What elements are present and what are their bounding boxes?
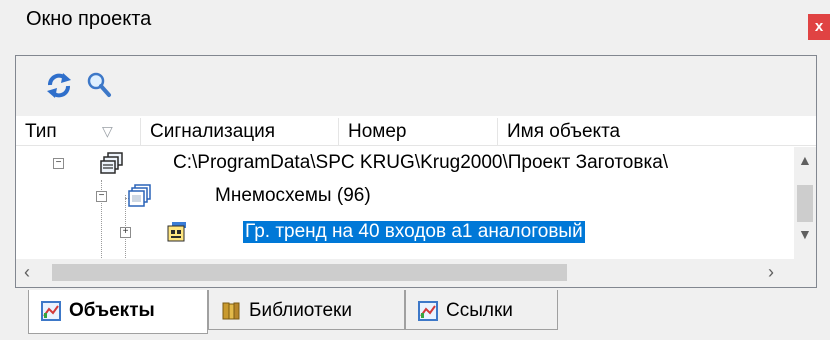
scroll-left-icon[interactable]: ‹: [24, 262, 30, 283]
collapse-icon[interactable]: −: [96, 191, 107, 202]
column-object-name[interactable]: Имя объекта: [498, 118, 816, 146]
project-panel: Тип ▽ Сигнализация Номер Имя объекта − C: [15, 55, 817, 288]
tree-view[interactable]: − C:\ProgramData\SPC KRUG\Krug2000\Проек…: [16, 147, 794, 259]
tab-links-label: Ссылки: [446, 300, 513, 321]
search-icon[interactable]: [84, 70, 114, 100]
sort-arrow-icon: ▽: [102, 123, 113, 139]
tab-objects[interactable]: Объекты: [28, 290, 208, 334]
tab-libraries[interactable]: Библиотеки: [208, 290, 405, 330]
tree-row-group[interactable]: − Мнемосхемы (96): [16, 180, 794, 213]
column-alarm[interactable]: Сигнализация: [141, 118, 339, 146]
library-icon: [221, 301, 241, 321]
tab-bar: Объекты Библиотеки Ссылки: [15, 290, 815, 335]
scroll-up-icon[interactable]: ▲: [798, 152, 812, 168]
tree-group-label: Мнемосхемы (96): [215, 185, 371, 206]
tree-row-root[interactable]: − C:\ProgramData\SPC KRUG\Krug2000\Проек…: [16, 147, 794, 180]
tree-row-selected[interactable]: + Гр. тренд на 40 входов а1 аналоговый: [16, 213, 794, 246]
project-icon: [100, 152, 124, 174]
scroll-thumb[interactable]: [52, 264, 567, 281]
trend-icon: [166, 221, 190, 243]
tab-objects-label: Объекты: [69, 300, 155, 321]
tab-links[interactable]: Ссылки: [405, 290, 558, 330]
column-type-label: Тип: [25, 121, 57, 142]
horizontal-scrollbar[interactable]: ‹ ›: [16, 259, 816, 287]
column-number[interactable]: Номер: [339, 118, 498, 146]
scroll-down-icon[interactable]: ▼: [798, 226, 812, 242]
objects-icon: [41, 301, 61, 321]
scroll-right-icon[interactable]: ›: [768, 262, 774, 283]
expand-icon[interactable]: +: [120, 227, 131, 238]
column-type[interactable]: Тип ▽: [16, 118, 141, 146]
window-titlebar: Окно проекта x: [0, 0, 830, 42]
scroll-thumb[interactable]: [797, 185, 813, 222]
window-title: Окно проекта: [26, 8, 152, 30]
mnemonic-folder-icon: [128, 184, 152, 207]
tree-selected-label: Гр. тренд на 40 входов а1 аналоговый: [243, 221, 585, 243]
toolbar: [16, 56, 816, 116]
refresh-icon[interactable]: [44, 70, 74, 100]
collapse-icon[interactable]: −: [53, 158, 64, 169]
tree-root-label: C:\ProgramData\SPC KRUG\Krug2000\Проект …: [173, 152, 669, 173]
close-button[interactable]: x: [808, 14, 830, 40]
vertical-scrollbar[interactable]: ▲ ▼: [794, 147, 816, 259]
column-header: Тип ▽ Сигнализация Номер Имя объекта: [16, 118, 816, 146]
tab-libraries-label: Библиотеки: [249, 300, 352, 321]
links-icon: [418, 301, 438, 321]
